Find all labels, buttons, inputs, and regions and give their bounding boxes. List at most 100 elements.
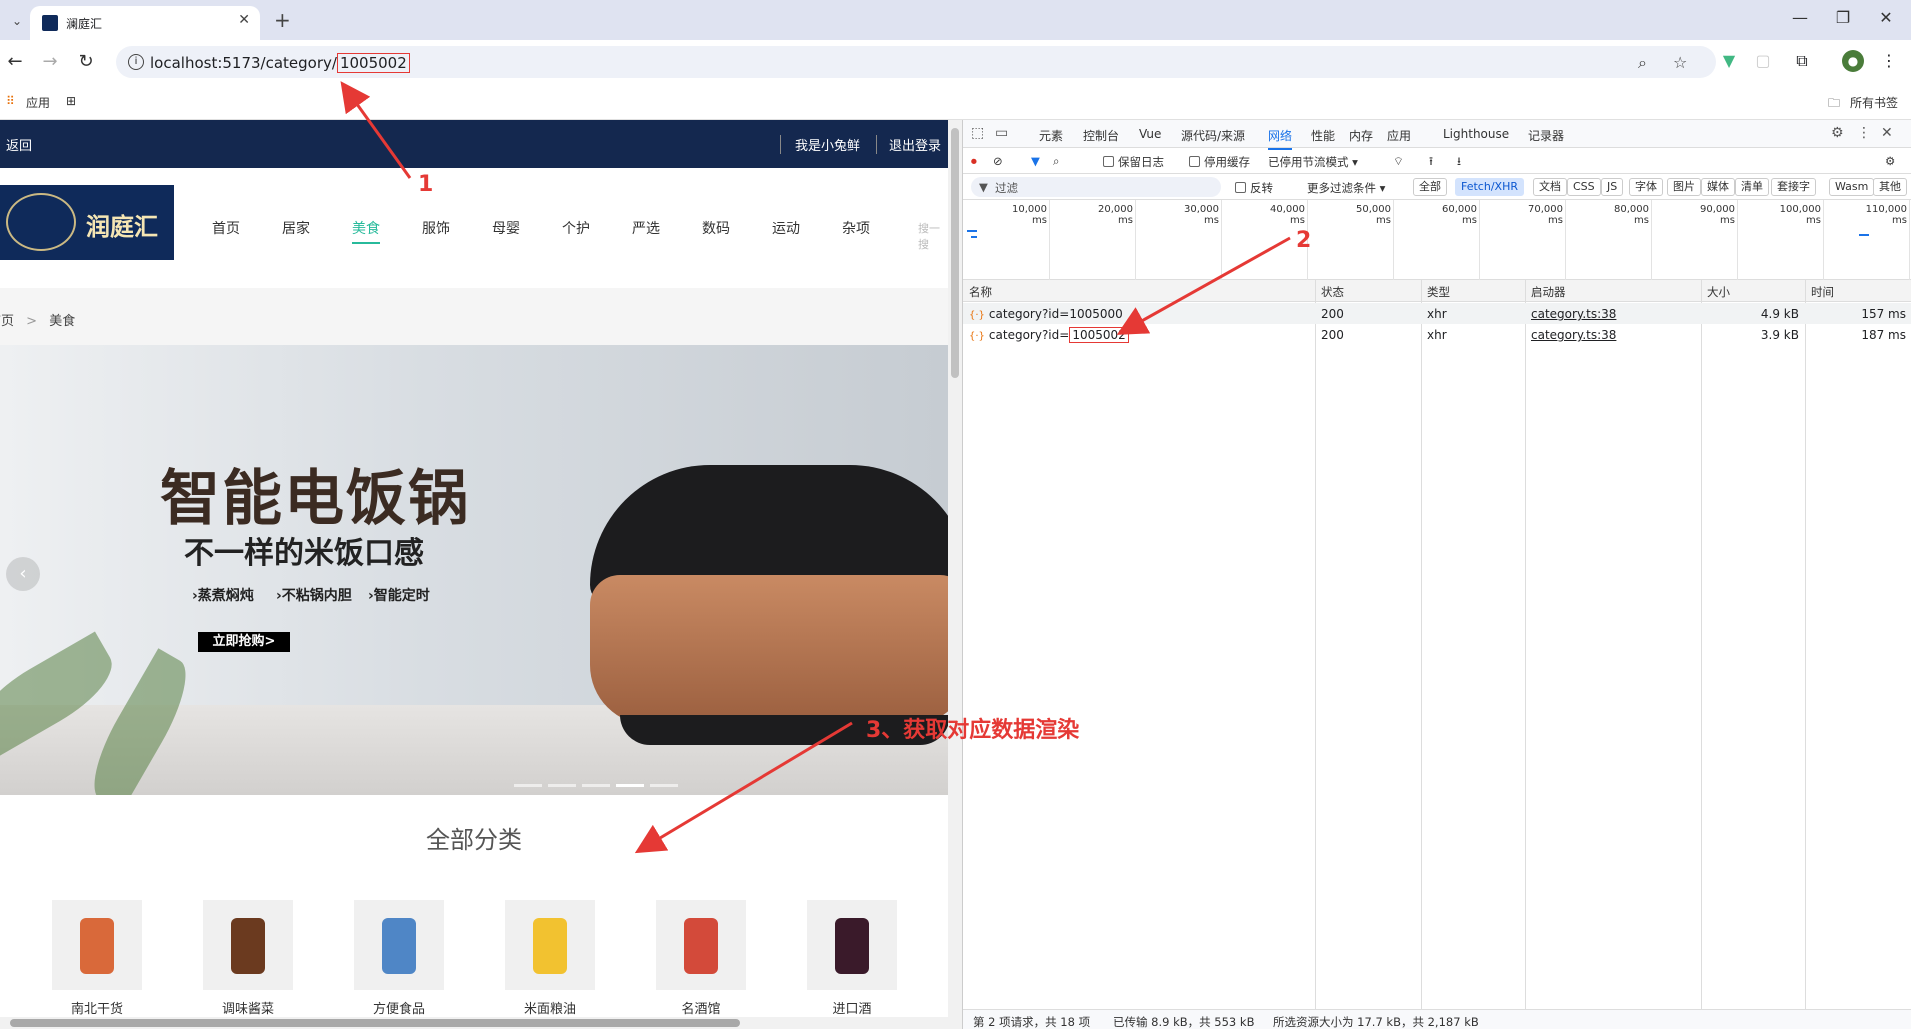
reload-icon[interactable]: ↻ — [74, 50, 98, 74]
more-filters-dropdown[interactable]: 更多过滤条件 ▾ — [1307, 180, 1385, 196]
nav-item[interactable]: 个护 — [562, 218, 590, 238]
apps-grid-icon[interactable]: ⠿ — [6, 94, 15, 108]
column-header[interactable]: 启动器 — [1531, 284, 1566, 300]
type-filter-pill[interactable]: 套接字 — [1771, 178, 1816, 196]
type-filter-pill[interactable]: JS — [1601, 178, 1624, 196]
banner-dot[interactable] — [582, 784, 610, 787]
type-filter-pill[interactable]: CSS — [1567, 178, 1601, 196]
network-settings-icon[interactable]: ⚙ — [1885, 154, 1895, 168]
new-tab-icon[interactable]: + — [274, 8, 291, 32]
category-item[interactable]: 米面粮油 — [505, 900, 595, 1017]
page-vertical-scrollbar[interactable] — [948, 120, 962, 1029]
nav-item[interactable]: 杂项 — [842, 218, 870, 238]
devtools-tab[interactable]: Lighthouse — [1443, 127, 1509, 141]
category-item[interactable]: 进口酒 — [807, 900, 897, 1017]
vue-devtools-icon[interactable]: ▼ — [1718, 50, 1740, 72]
extension-icon[interactable]: ▢ — [1752, 50, 1774, 72]
close-tab-icon[interactable]: ✕ — [238, 12, 250, 28]
profile-avatar[interactable]: ● — [1842, 50, 1864, 72]
devtools-tab[interactable]: 源代码/来源 — [1181, 127, 1245, 144]
nav-item[interactable]: 服饰 — [422, 218, 450, 238]
close-window-icon[interactable]: ✕ — [1866, 8, 1906, 27]
zoom-icon[interactable]: ⌕ — [1638, 53, 1647, 73]
type-filter-pill[interactable]: Fetch/XHR — [1455, 178, 1524, 196]
nav-item[interactable]: 首页 — [212, 218, 240, 238]
browser-tab[interactable]: 澜庭汇 ✕ — [30, 6, 260, 40]
device-toolbar-icon[interactable]: ▭ — [995, 125, 1008, 141]
folder-icon[interactable]: 🗀 — [1828, 94, 1840, 115]
throttle-select[interactable]: 已停用节流模式 ▾ — [1268, 154, 1358, 170]
type-filter-pill[interactable]: Wasm — [1829, 178, 1875, 196]
record-stop-icon[interactable]: ⏺ — [971, 154, 977, 169]
page-horizontal-scrollbar[interactable] — [0, 1017, 948, 1029]
back-link[interactable]: 返回 — [6, 135, 32, 154]
import-har-icon[interactable]: ⭱ — [1429, 154, 1433, 173]
devtools-tab[interactable]: 控制台 — [1083, 127, 1119, 144]
minimize-icon[interactable]: — — [1780, 8, 1820, 27]
type-filter-pill[interactable]: 图片 — [1667, 178, 1701, 196]
bookmark-apps[interactable]: 应用 — [26, 94, 50, 111]
type-filter-pill[interactable]: 清单 — [1735, 178, 1769, 196]
type-filter-pill[interactable]: 全部 — [1413, 178, 1447, 196]
forward-icon[interactable]: → — [38, 50, 62, 74]
banner-dot[interactable] — [514, 784, 542, 787]
category-item[interactable]: 方便食品 — [354, 900, 444, 1017]
category-item[interactable]: 调味酱菜 — [203, 900, 293, 1017]
request-row[interactable]: {·} category?id=1005000 200 xhr category.ts:… — [963, 303, 1911, 324]
filter-funnel-icon[interactable]: ▼ — [1031, 154, 1040, 168]
clear-icon[interactable]: ⊘ — [993, 154, 1003, 168]
nav-item[interactable]: 运动 — [772, 218, 800, 238]
devtools-tab[interactable]: Vue — [1139, 127, 1161, 141]
nav-item[interactable]: 严选 — [632, 218, 660, 238]
category-item[interactable]: 名酒馆 — [656, 900, 746, 1017]
search-input[interactable]: 搜一搜 — [918, 220, 948, 252]
settings-gear-icon[interactable]: ⚙ — [1831, 125, 1844, 141]
tab-groups-icon[interactable]: ⊞ — [66, 94, 76, 108]
more-menu-icon[interactable]: ⋮ — [1878, 50, 1900, 72]
restore-icon[interactable]: ❐ — [1823, 8, 1863, 27]
type-filter-pill[interactable]: 文档 — [1533, 178, 1567, 196]
column-header[interactable]: 状态 — [1321, 284, 1344, 300]
devtools-tab[interactable]: 元素 — [1039, 127, 1063, 144]
export-har-icon[interactable]: ⭳ — [1457, 154, 1461, 173]
devtools-more-icon[interactable]: ⋮ — [1857, 125, 1871, 141]
type-filter-pill[interactable]: 其他 — [1873, 178, 1907, 196]
type-filter-pill[interactable]: 字体 — [1629, 178, 1663, 196]
bookmark-star-icon[interactable]: ☆ — [1673, 53, 1687, 72]
search-icon[interactable]: ⌕ — [1053, 154, 1059, 169]
user-name[interactable]: 我是小兔鲜 — [780, 135, 860, 154]
inspect-element-icon[interactable]: ⬚ — [971, 125, 984, 141]
breadcrumb-home[interactable]: 首页 — [0, 314, 14, 329]
column-header[interactable]: 名称 — [969, 284, 992, 300]
banner-dot-active[interactable] — [616, 784, 644, 787]
logout-link[interactable]: 退出登录 — [876, 135, 941, 154]
request-initiator[interactable]: category.ts:38 — [1531, 307, 1616, 321]
network-conditions-icon[interactable]: ⌔ — [1393, 154, 1404, 169]
column-header[interactable]: 时间 — [1811, 284, 1834, 300]
nav-item[interactable]: 居家 — [282, 218, 310, 238]
category-item[interactable]: 南北干货 — [52, 900, 142, 1017]
banner-prev-icon[interactable]: ‹ — [6, 557, 40, 591]
category-banner[interactable]: 智能电饭锅 不一样的米饭口感 ›蒸煮焖炖 ›不粘锅内胆 ›智能定时 立即抢购> … — [0, 345, 948, 795]
all-bookmarks[interactable]: 所有书签 — [1850, 94, 1898, 111]
preserve-log-checkbox[interactable]: 保留日志 — [1103, 154, 1164, 170]
site-info-icon[interactable]: i — [128, 54, 144, 70]
filter-input[interactable]: ▼ 过滤 — [971, 177, 1221, 197]
banner-buy-button[interactable]: 立即抢购> — [198, 632, 290, 652]
url-text[interactable]: localhost:5173/category/1005002 — [150, 53, 410, 73]
back-icon[interactable]: ← — [3, 50, 27, 74]
devtools-tab[interactable]: 性能 — [1311, 127, 1335, 144]
nav-item[interactable]: 美食 — [352, 218, 380, 244]
banner-dot[interactable] — [650, 784, 678, 787]
request-row[interactable]: {·} category?id= 1005002 200 xhr category.ts:… — [963, 324, 1911, 345]
devtools-tab[interactable]: 记录器 — [1528, 127, 1564, 144]
devtools-tab[interactable]: 内存 — [1349, 127, 1373, 144]
network-overview-timeline[interactable]: 10,000 ms 20,000 ms 30,000 ms 40,000 ms 50,0… — [963, 200, 1911, 280]
nav-item[interactable]: 母婴 — [492, 218, 520, 238]
devtools-tab[interactable]: 应用 — [1387, 127, 1411, 144]
column-header[interactable]: 类型 — [1427, 284, 1450, 300]
site-logo[interactable]: 润庭汇 — [0, 185, 174, 260]
type-filter-pill[interactable]: 媒体 — [1701, 178, 1735, 196]
address-bar[interactable]: i localhost:5173/category/1005002 ⌕ ☆ — [116, 46, 1716, 78]
invert-checkbox[interactable]: 反转 — [1235, 180, 1273, 196]
